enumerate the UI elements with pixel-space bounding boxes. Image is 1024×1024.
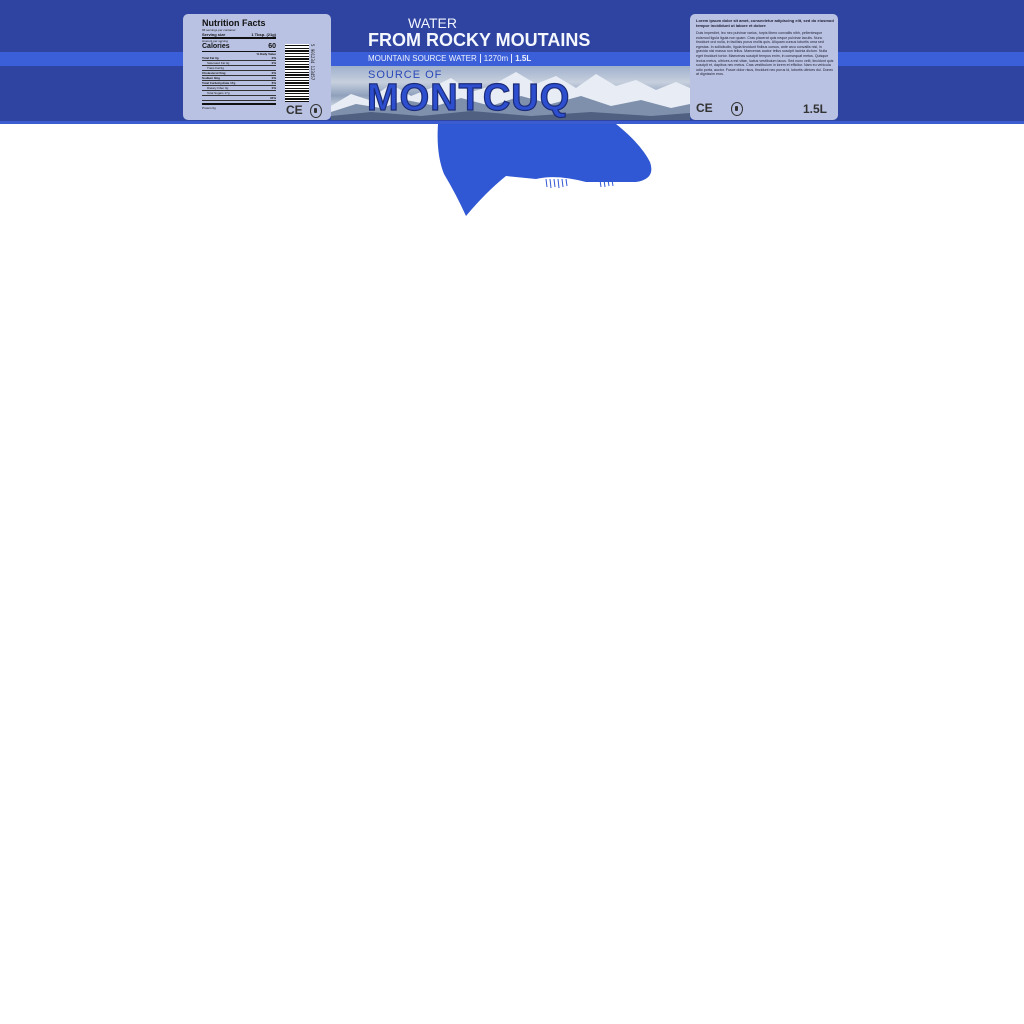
calories-row: Calories 60 — [202, 43, 276, 52]
subline-volume: 1.5L — [515, 54, 532, 63]
recycle-icon — [310, 104, 322, 118]
ce-mark-right: CE — [696, 101, 713, 115]
volume-label: 1.5L — [803, 102, 828, 116]
nutrition-protein: Protein 0g — [202, 103, 276, 110]
nutrition-panel: Nutrition Facts 96 servings per containe… — [183, 14, 331, 120]
nutrition-row-label: Total Fat 0g — [202, 56, 219, 60]
nutrition-row-dv: 0% — [271, 56, 276, 60]
header-water: WATER — [408, 15, 457, 31]
nutrition-row-label: Total Carbohydrate 17g — [202, 81, 236, 85]
nutrition-row-dv: 0% — [271, 76, 276, 80]
nutrition-rows: Total Fat 0g 0% Saturated Fat 0g 0% Trans Fa… — [202, 56, 276, 101]
nutrition-row-dv: 0% — [271, 71, 276, 75]
recycle-icon-right — [731, 102, 743, 116]
subline-altitude: 1270m — [483, 54, 509, 63]
nutrition-row-label: Dietary Fiber 0g — [207, 86, 229, 90]
nutrition-row-label: Trans Fat 0g — [207, 66, 224, 70]
header-title: FROM ROCKY MOUTAINS — [368, 30, 591, 50]
nutrition-row-dv: 0% — [271, 61, 276, 65]
barcode-number: 5 901234 123457 — [310, 44, 315, 81]
nutrition-row-label: Saturated Fat 0g — [207, 61, 230, 65]
nutrition-row-dv: 34% — [269, 96, 276, 100]
barcode — [285, 44, 309, 102]
nutrition-row: 34% — [202, 96, 276, 101]
nutrition-row-label: Sodium 0mg — [202, 76, 221, 80]
subline-divider — [511, 54, 513, 63]
nutrition-serving-size: Serving size 1 Tbsp. (21g) — [202, 32, 276, 39]
nutrition-row-dv: 6% — [271, 81, 276, 85]
subline-divider — [479, 54, 481, 63]
ce-mark: CE — [286, 103, 303, 117]
nutrition-row-label: Total Sugars 17g — [207, 91, 230, 95]
subline-type: MOUNTAIN SOURCE WATER — [368, 54, 477, 63]
serving-size-value: 1 Tbsp. (21g) — [251, 32, 276, 37]
header-subline: MOUNTAIN SOURCE WATER 1270m 1.5L — [368, 54, 531, 63]
info-body: Duis imperdiet, leo nec pulvinar varius,… — [696, 31, 834, 77]
serving-size-label: Serving size — [202, 32, 226, 37]
nutrition-title: Nutrition Facts — [202, 18, 266, 28]
brand-name: MONTCUQ — [366, 76, 571, 119]
blue-shape — [437, 124, 652, 216]
calories-value: 60 — [268, 43, 276, 50]
calories-label: Calories — [202, 43, 230, 50]
nutrition-facts-table: Nutrition Facts 96 servings per containe… — [202, 18, 276, 110]
info-heading: Lorem ipsum dolor sit amet, consectetur … — [696, 18, 834, 28]
nutrition-row-dv: 0% — [271, 86, 276, 90]
nutrition-row-label: Cholesterol 0mg — [202, 71, 226, 75]
